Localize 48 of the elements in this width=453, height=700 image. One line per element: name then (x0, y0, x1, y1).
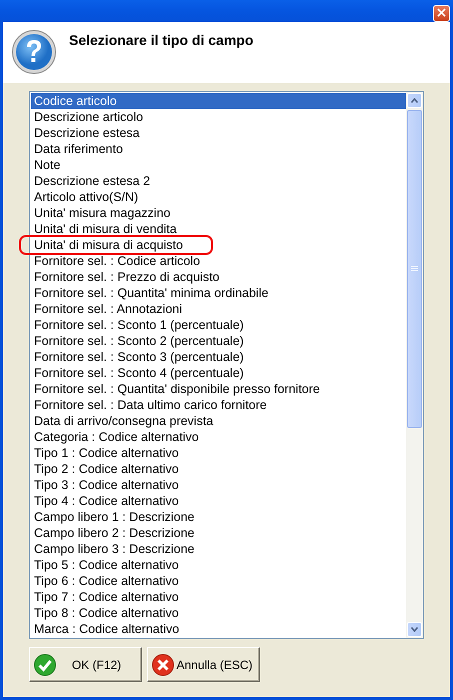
dialog-title: Selezionare il tipo di campo (69, 32, 254, 48)
list-item[interactable]: Campo libero 2 : Descrizione (31, 525, 406, 541)
list-item[interactable]: Fornitore sel. : Sconto 1 (percentuale) (31, 317, 406, 333)
list-item[interactable]: Tipo 4 : Codice alternativo (31, 493, 406, 509)
list-item[interactable]: Tipo 6 : Codice alternativo (31, 573, 406, 589)
list-item[interactable]: Unita' di misura di acquisto (31, 237, 406, 253)
cancel-icon (152, 654, 174, 676)
list-item[interactable]: Descrizione estesa 2 (31, 173, 406, 189)
list-item[interactable]: Fornitore sel. : Sconto 4 (percentuale) (31, 365, 406, 381)
list-item[interactable]: Data riferimento (31, 141, 406, 157)
list-item[interactable]: Marca : Codice alternativo (31, 621, 406, 637)
list-item[interactable]: Fornitore sel. : Data ultimo carico fornitore (31, 397, 406, 413)
list-item[interactable]: Tipo 1 : Codice alternativo (31, 445, 406, 461)
ok-button[interactable]: OK (F12) (29, 647, 142, 682)
close-button[interactable]: × (433, 4, 450, 22)
list-item[interactable]: Codice articolo (31, 93, 406, 109)
list-item[interactable]: Unita' misura magazzino (31, 205, 406, 221)
scroll-up-button[interactable] (407, 93, 422, 108)
grip-icon (411, 266, 418, 272)
list-item[interactable]: Fornitore sel. : Prezzo di acquisto (31, 269, 406, 285)
list-item[interactable]: Descrizione estesa (31, 125, 406, 141)
question-icon (11, 29, 57, 75)
list-item[interactable]: Articolo attivo(S/N) (31, 189, 406, 205)
list-item[interactable]: Fornitore sel. : Quantita' minima ordinabile (31, 285, 406, 301)
scroll-thumb[interactable] (407, 110, 422, 428)
list-item[interactable]: Unita' di misura di vendita (31, 221, 406, 237)
caret-up-icon (411, 98, 418, 103)
list-item[interactable]: Fornitore sel. : Quantita' disponibile presso fornitore (31, 381, 406, 397)
list-item[interactable]: Fornitore sel. : Sconto 2 (percentuale) (31, 333, 406, 349)
list-item[interactable]: Tipo 7 : Codice alternativo (31, 589, 406, 605)
list-item[interactable]: Tipo 5 : Codice alternativo (31, 557, 406, 573)
list-item[interactable]: Fornitore sel. : Annotazioni (31, 301, 406, 317)
list-item[interactable]: Descrizione articolo (31, 109, 406, 125)
list-item[interactable]: Data di arrivo/consegna prevista (31, 413, 406, 429)
list-item[interactable]: Fornitore sel. : Codice articolo (31, 253, 406, 269)
list-item[interactable]: Tipo 8 : Codice alternativo (31, 605, 406, 621)
list-item[interactable]: Fornitore sel. : Sconto 3 (percentuale) (31, 349, 406, 365)
list-item[interactable]: Campo libero 1 : Descrizione (31, 509, 406, 525)
list-item[interactable]: Categoria : Codice alternativo (31, 429, 406, 445)
scrollbar[interactable] (406, 92, 423, 638)
scroll-down-button[interactable] (407, 622, 422, 637)
list-item[interactable]: Tipo 3 : Codice alternativo (31, 477, 406, 493)
list-item[interactable]: Campo libero 3 : Descrizione (31, 541, 406, 557)
check-icon (34, 654, 56, 676)
cancel-button[interactable]: Annulla (ESC) (147, 647, 260, 682)
list-item[interactable]: Tipo 2 : Codice alternativo (31, 461, 406, 477)
caret-down-icon (411, 627, 418, 632)
list-item[interactable]: Note (31, 157, 406, 173)
